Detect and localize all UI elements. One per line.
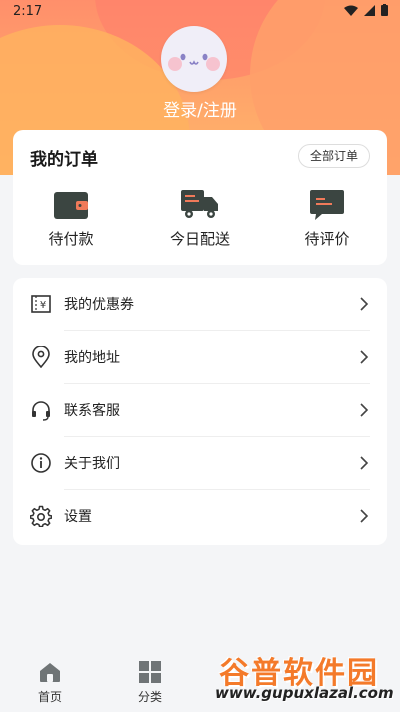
order-today-delivery-label: 今日配送 xyxy=(169,230,230,248)
chevron-right-icon xyxy=(360,509,369,523)
order-pending-review[interactable]: 待评价 xyxy=(277,190,377,249)
battery-icon xyxy=(381,4,388,16)
tab-category-label: 分类 xyxy=(137,690,162,704)
menu-item-label: 设置 xyxy=(64,509,92,525)
menu-item-label: 我的地址 xyxy=(64,350,120,366)
location-icon xyxy=(32,346,50,368)
wallet-icon xyxy=(54,191,88,219)
coupon-icon: ¥ xyxy=(31,295,51,313)
watermark-url: www.gupuxlazal.com xyxy=(215,684,394,702)
order-pending-review-label: 待评价 xyxy=(304,230,350,248)
signal-icon xyxy=(364,4,375,16)
menu-item-coupons[interactable]: ¥ 我的优惠券 xyxy=(13,278,387,331)
status-time: 2:17 xyxy=(13,4,43,19)
headset-icon xyxy=(32,401,50,421)
menu-item-label: 关于我们 xyxy=(64,456,120,472)
menu-item-settings[interactable]: 设置 xyxy=(13,490,387,543)
menu-item-label: 联系客服 xyxy=(64,403,120,419)
grid-icon xyxy=(139,661,161,683)
order-pending-payment[interactable]: 待付款 xyxy=(21,190,121,249)
avatar-face-icon xyxy=(168,53,220,71)
orders-title: 我的订单 xyxy=(30,150,98,170)
login-register-link[interactable]: 登录/注册 xyxy=(0,96,400,121)
chevron-right-icon xyxy=(360,297,369,311)
home-icon xyxy=(40,663,60,682)
tab-home[interactable]: 首页 xyxy=(25,660,75,705)
status-icons xyxy=(344,4,388,16)
gear-icon xyxy=(30,505,52,527)
menu-card: ¥ 我的优惠券 我的地址 联系客服 关于我们 设置 xyxy=(13,278,387,545)
truck-icon xyxy=(181,190,218,218)
tab-category[interactable]: 分类 xyxy=(125,660,175,705)
status-bar: 2:17 xyxy=(0,0,400,24)
menu-item-customer-service[interactable]: 联系客服 xyxy=(13,384,387,437)
chevron-right-icon xyxy=(360,456,369,470)
svg-text:¥: ¥ xyxy=(40,300,46,311)
avatar[interactable] xyxy=(161,26,227,92)
all-orders-button[interactable]: 全部订单 xyxy=(297,144,370,168)
chevron-right-icon xyxy=(360,403,369,417)
watermark: 谷普软件园 www.gupuxlazal.com xyxy=(213,648,399,712)
menu-item-about-us[interactable]: 关于我们 xyxy=(13,437,387,490)
comment-icon xyxy=(310,190,344,220)
tab-home-label: 首页 xyxy=(37,690,62,704)
menu-item-label: 我的优惠券 xyxy=(64,297,134,313)
order-pending-payment-label: 待付款 xyxy=(48,230,94,248)
wifi-icon xyxy=(344,5,358,16)
orders-card: 我的订单 全部订单 待付款 今日配送 待评价 xyxy=(13,130,387,265)
menu-item-address[interactable]: 我的地址 xyxy=(13,331,387,384)
chevron-right-icon xyxy=(360,350,369,364)
info-icon xyxy=(31,453,51,473)
order-today-delivery[interactable]: 今日配送 xyxy=(150,190,250,249)
